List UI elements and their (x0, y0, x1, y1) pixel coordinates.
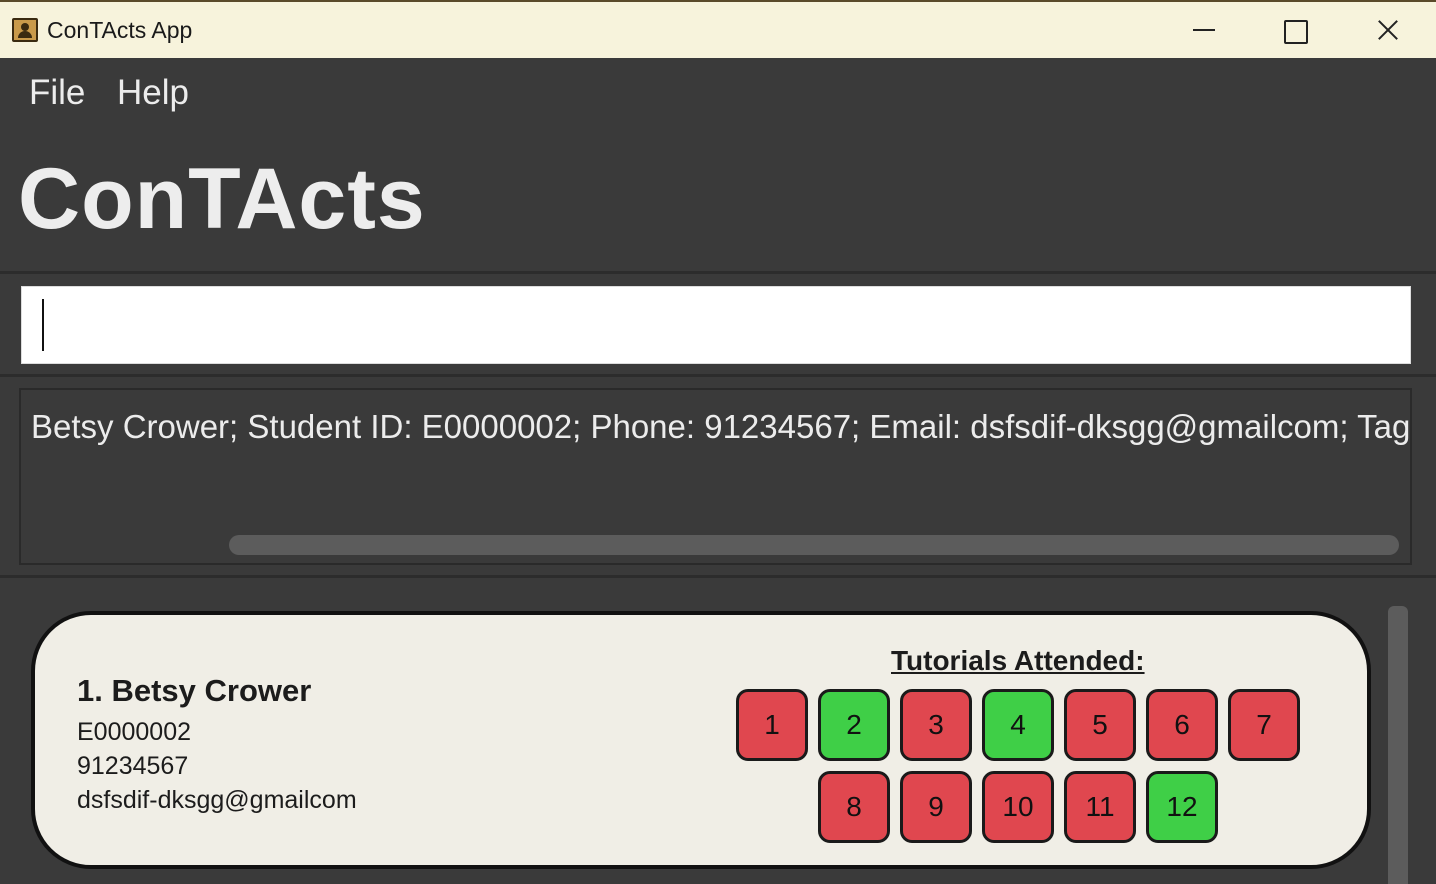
minimize-icon[interactable] (1184, 14, 1224, 46)
app-title: ConTActs (18, 151, 426, 247)
tutorial-button-9[interactable]: 9 (900, 771, 972, 843)
divider (0, 271, 1436, 274)
tutorial-button-4[interactable]: 4 (982, 689, 1054, 761)
contact-phone: 91234567 (77, 752, 189, 780)
contact-list-scrollbar[interactable] (1388, 606, 1408, 884)
tutorials-heading: Tutorials Attended: (891, 645, 1145, 676)
title-bar: ConTActs App (0, 0, 1436, 58)
menu-bar: File Help (0, 58, 1436, 130)
contact-student-id: E0000002 (77, 718, 192, 746)
result-text: Betsy Crower; Student ID: E0000002; Phon… (31, 408, 1412, 445)
result-horizontal-scrollbar[interactable] (229, 535, 1399, 555)
contacts-app-icon (12, 18, 38, 42)
close-icon[interactable] (1367, 14, 1407, 46)
tutorial-button-1[interactable]: 1 (736, 689, 808, 761)
divider (0, 374, 1436, 377)
menu-help[interactable]: Help (117, 73, 189, 113)
result-display: Betsy Crower; Student ID: E0000002; Phon… (19, 388, 1412, 565)
tutorial-button-5[interactable]: 5 (1064, 689, 1136, 761)
window-title: ConTActs App (47, 17, 193, 43)
contact-email: dsfsdif-dksgg@gmailcom (77, 786, 357, 814)
contact-name: 1. Betsy Crower (77, 673, 312, 708)
command-input[interactable] (21, 286, 1411, 364)
menu-file[interactable]: File (29, 73, 85, 113)
tutorial-button-6[interactable]: 6 (1146, 689, 1218, 761)
tutorial-button-10[interactable]: 10 (982, 771, 1054, 843)
tutorial-button-2[interactable]: 2 (818, 689, 890, 761)
tutorial-button-8[interactable]: 8 (818, 771, 890, 843)
contact-card[interactable]: 1. Betsy Crower E0000002 91234567 dsfsdi… (31, 611, 1371, 869)
maximize-icon[interactable] (1274, 14, 1314, 46)
divider (0, 575, 1436, 578)
tutorial-button-7[interactable]: 7 (1228, 689, 1300, 761)
text-caret (42, 299, 44, 351)
tutorial-button-11[interactable]: 11 (1064, 771, 1136, 843)
tutorial-button-3[interactable]: 3 (900, 689, 972, 761)
tutorial-button-12[interactable]: 12 (1146, 771, 1218, 843)
